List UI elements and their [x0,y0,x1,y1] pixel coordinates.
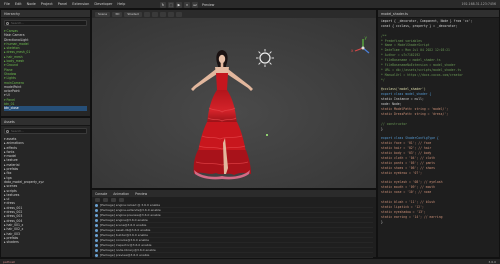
face [218,54,226,64]
log-text: [Package] preview@3.6.0 enable [100,253,150,257]
gizmo-tool-button[interactable] [159,11,166,17]
filter-button[interactable] [103,198,108,202]
log-text: [Package] engine:preview@3.6.0 enable [100,213,161,217]
log-text: [Package] asset-db@3.6.0 enable [100,228,151,232]
info-icon [95,244,98,247]
hierarchy-title: Hierarchy [4,11,20,16]
collapse-button[interactable] [111,198,116,202]
main-menu: File Edit Node Project Panel Extension Develop… [4,2,125,6]
scene-viewport[interactable]: Scene 3D Shaded y x [91,9,377,189]
gizmo-tool-button[interactable] [151,11,158,17]
log-text: [Package] console@3.6.0 enable [100,238,149,242]
status-left: pathcell [3,260,15,264]
assets-panel: Assets Search... ▾ assets ▸ animations ▸… [0,117,91,258]
hierarchy-search-placeholder: Search... [11,21,25,25]
chest [215,67,229,74]
log-text: [Package] engine@3.6.0 enable [100,218,148,222]
tab-console[interactable]: Console [95,192,107,196]
preview-label[interactable]: Preview [202,2,214,8]
toolbar-button-3[interactable]: ⏸ [184,1,190,8]
info-icon [95,254,98,257]
log-text: [Package] engine:reload @ 3.6.0 enable [100,203,161,207]
viewport-tool-shaded[interactable]: Shaded [124,11,142,17]
status-version: 3.6.0 [488,260,496,264]
menu-item-help[interactable]: Help [117,2,125,6]
console-panel: Console Animation Preview [Package] engine… [91,189,377,263]
tab-preview[interactable]: Preview [135,192,147,196]
assets-tree: ▾ assets ▸ animations ▸ effects ▸ fonts … [1,136,90,245]
gizmo-tool-button[interactable] [175,11,182,17]
toolbar-button-0[interactable]: ↻ [160,1,166,8]
info-icon [95,234,98,237]
info-icon [95,229,98,232]
info-icon [95,209,98,212]
menu-item-extension[interactable]: Extension [72,2,89,6]
assets-node[interactable]: ▸ shaders [4,240,87,244]
log-text: [Package] inspector@3.6.0 enable [100,243,152,247]
selection-marker [266,134,268,136]
code-line: } [381,219,383,224]
dress-skirt-lower [193,150,251,175]
hierarchy-search-input[interactable]: Search... [4,20,87,26]
gizmo-tool-button[interactable] [167,11,174,17]
assets-search-placeholder: Search... [11,129,25,133]
log-text: [Package] scene@3.6.0 enable [100,223,147,227]
toolbar-button-2[interactable]: ▶ [176,1,182,8]
info-icon [95,214,98,217]
menu-item-panel[interactable]: Panel [58,2,67,6]
code-body[interactable]: import { _decorator, Component, Node } f… [378,18,499,225]
code-editor-header: model_shader.ts [378,10,499,18]
info-icon [95,249,98,252]
preview-address: 192.168.31.123:7456 [461,2,496,6]
code-file-tab[interactable]: model_shader.ts [381,12,408,16]
log-text: [Package] engine-extends@3.6.0 enable [100,208,161,212]
toolbar-button-1[interactable]: ⬚ [168,1,174,8]
neck [220,63,224,67]
console-tabs: Console Animation Preview [92,190,376,197]
hierarchy-tree: ▾ Canvas Main Camera DirectionalLight ▾ … [1,28,90,112]
console-log: [Package] engine:reload @ 3.6.0 enable [P… [92,203,376,263]
gizmo-tool-button[interactable] [143,11,150,17]
menu-item-developer[interactable]: Developer [94,2,112,6]
search-icon [6,21,9,25]
assets-title: Assets [4,119,15,124]
assets-header: Assets [1,118,90,126]
log-text: [Package] node-library@3.6.0 enable [100,248,156,252]
log-text: [Package] builder@3.6.0 enable [100,233,148,237]
info-icon [95,204,98,207]
tab-animation[interactable]: Animation [113,192,129,196]
hierarchy-node[interactable]: btn_close [4,106,87,111]
assets-search-input[interactable]: Search... [4,128,87,134]
menu-item-node[interactable]: Node [27,2,36,6]
play-toolbar: ↻ ⬚ ▶ ⏸ ⏭ Preview [160,1,214,8]
dress-bodice [216,73,228,90]
info-icon [95,219,98,222]
settings-button[interactable] [119,198,124,202]
search-icon [6,129,9,133]
info-icon [95,224,98,227]
viewport-toolbar: Scene 3D Shaded [92,10,376,18]
menu-item-edit[interactable]: Edit [15,2,22,6]
title-bar: File Edit Node Project Panel Extension Develop… [0,0,500,9]
clear-button[interactable] [95,198,100,202]
hierarchy-header: Hierarchy [1,10,90,18]
info-icon [95,239,98,242]
viewport-tool-3d[interactable]: 3D [112,11,123,17]
scene-canvas[interactable]: y x [92,18,377,189]
status-bar: pathcell 3.6.0 [0,258,500,264]
menu-item-file[interactable]: File [4,2,10,6]
code-editor-panel: model_shader.ts import { _decorator, Com… [377,9,500,258]
viewport-tool-scene[interactable]: Scene [95,11,111,17]
toolbar-button-4[interactable]: ⏭ [192,1,198,8]
hierarchy-panel: Hierarchy Search... ▾ Canvas Main Camera… [0,9,91,117]
menu-item-project[interactable]: Project [41,2,53,6]
